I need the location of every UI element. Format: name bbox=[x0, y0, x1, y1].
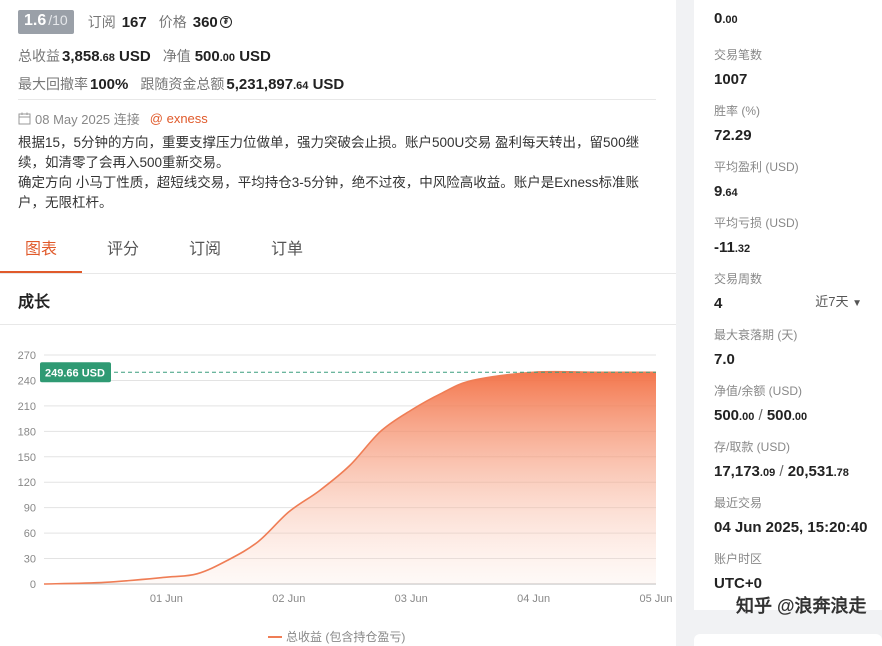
stat-item: 胜率 (%) 72.29 bbox=[714, 102, 874, 144]
header-row-drawdown: 最大回撤率 100% 跟随资金总额 5,231,897.64 USD bbox=[18, 74, 344, 94]
x-tick-label: 04 Jun bbox=[517, 593, 550, 605]
price-label: 价格 bbox=[158, 14, 187, 30]
chart-title: 成长 bbox=[18, 294, 51, 311]
stat-value: 9.64 bbox=[714, 183, 738, 200]
stat-label: 胜率 (%) bbox=[714, 104, 760, 118]
stat-label: 最大衰落期 (天) bbox=[714, 328, 798, 342]
legend-label: 总收益 (包含持仓盈亏) bbox=[286, 629, 405, 644]
drawdown-label: 最大回撤率 bbox=[18, 76, 88, 92]
coin-icon: ₮ bbox=[219, 16, 232, 28]
stat-value: 72.29 bbox=[714, 127, 752, 144]
stat-label: 存/取款 (USD) bbox=[714, 440, 790, 454]
stat-label: 净值/余额 (USD) bbox=[714, 384, 802, 398]
x-tick-label: 05 Jun bbox=[639, 593, 672, 605]
subs-value: 167 bbox=[121, 13, 147, 31]
y-tick-label: 150 bbox=[18, 452, 36, 464]
subs-label: 订阅 bbox=[87, 14, 116, 30]
x-tick-label: 03 Jun bbox=[395, 593, 428, 605]
y-tick-label: 270 bbox=[18, 350, 36, 362]
broker-link[interactable]: @ exness bbox=[150, 111, 208, 126]
watermark: 知乎 @浪奔浪走 bbox=[736, 596, 867, 616]
last-value-label: 249.66 USD bbox=[45, 367, 105, 379]
strategy-description: 根据15，5分钟的方向，重要支撑压力位做单，强力突破会止损。账户500U交易 盈… bbox=[18, 133, 658, 213]
stat-label: 最近交易 bbox=[714, 496, 763, 510]
stat-label: 交易笔数 bbox=[714, 48, 763, 62]
calendar-icon bbox=[18, 112, 31, 125]
follow-label: 跟随资金总额 bbox=[140, 76, 225, 92]
stat-item: 0.00 bbox=[714, 10, 874, 27]
stat-label: 交易周数 bbox=[714, 272, 763, 286]
stat-value: 1007 bbox=[714, 71, 748, 88]
header-row-totals: 总收益 3,858.68 USD 净值 500.00 USD bbox=[18, 46, 271, 66]
y-tick-label: 240 bbox=[18, 375, 36, 387]
equity-label: 净值 bbox=[162, 48, 191, 64]
x-tick-label: 01 Jun bbox=[150, 593, 183, 605]
x-tick-label: 02 Jun bbox=[272, 593, 305, 605]
stat-item: 最近交易 04 Jun 2025, 15:20:40 bbox=[714, 494, 874, 536]
stat-item: 净值/余额 (USD) 500.00 / 500.00 bbox=[714, 382, 874, 424]
stat-value: 500.00 / 500.00 bbox=[714, 407, 808, 424]
description-line: 确定方向 小马丁性质，超短线交易，平均持仓3-5分钟，绝不过夜，中风险高收益。账… bbox=[18, 175, 640, 210]
y-tick-label: 120 bbox=[18, 477, 36, 489]
stat-label: 平均盈利 (USD) bbox=[714, 160, 799, 174]
y-tick-label: 0 bbox=[30, 579, 36, 591]
connect-date: 08 May 2025 连接 bbox=[35, 112, 140, 127]
price-value: 360 bbox=[192, 13, 218, 31]
y-tick-label: 90 bbox=[24, 503, 36, 515]
stat-item: 平均盈利 (USD) 9.64 bbox=[714, 158, 874, 200]
stat-item: 平均亏损 (USD) -11.32 bbox=[714, 214, 874, 256]
y-tick-label: 180 bbox=[18, 426, 36, 438]
stat-item: 账户时区 UTC+0 bbox=[714, 550, 874, 592]
description-line: 根据15，5分钟的方向，重要支撑压力位做单，强力突破会止损。账户500U交易 盈… bbox=[18, 135, 640, 170]
stat-value: 4 bbox=[714, 295, 723, 312]
total-value: 3,858.68 USD bbox=[62, 48, 151, 65]
stat-item: 存/取款 (USD) 17,173.09 / 20,531.78 bbox=[714, 438, 874, 480]
stat-item: 交易笔数 1007 bbox=[714, 46, 874, 88]
y-tick-label: 30 bbox=[24, 554, 36, 566]
y-tick-label: 60 bbox=[24, 528, 36, 540]
rating-value: 1.6 bbox=[24, 12, 47, 29]
growth-chart: 0 30 60 90 120 150 180 210 240 270 01 Jun 02 Jun 03… bbox=[18, 350, 673, 644]
stat-label: 账户时区 bbox=[714, 552, 763, 566]
y-tick-label: 210 bbox=[18, 401, 36, 413]
tab-bar: 图表 评分 订阅 订单 bbox=[0, 232, 676, 274]
stat-item: 交易周数 4 bbox=[714, 270, 874, 312]
rating-badge: 1.6/10 bbox=[18, 10, 74, 34]
tab-ratings[interactable]: 评分 bbox=[82, 232, 164, 273]
rating-denominator: /10 bbox=[48, 12, 68, 28]
series-area bbox=[44, 371, 656, 584]
stat-value: 04 Jun 2025, 15:20:40 bbox=[714, 519, 868, 536]
divider bbox=[18, 99, 656, 100]
total-label: 总收益 bbox=[18, 48, 60, 64]
drawdown-value: 100% bbox=[90, 76, 129, 93]
tab-orders[interactable]: 订单 bbox=[246, 232, 328, 273]
stat-value: 17,173.09 / 20,531.78 bbox=[714, 463, 849, 480]
chart-legend[interactable]: 总收益 (包含持仓盈亏) bbox=[268, 629, 405, 644]
tab-chart[interactable]: 图表 bbox=[0, 232, 82, 273]
stat-value: 0.00 bbox=[714, 10, 738, 27]
sidebar-next-card bbox=[694, 634, 882, 646]
stat-value: 7.0 bbox=[714, 351, 735, 368]
stat-item: 最大衰落期 (天) 7.0 bbox=[714, 326, 874, 368]
stat-value: UTC+0 bbox=[714, 575, 762, 592]
stat-value: -11.32 bbox=[714, 239, 751, 256]
account-meta: 08 May 2025 连接 @ exness bbox=[18, 109, 208, 128]
follow-value: 5,231,897.64 USD bbox=[226, 76, 345, 93]
header-row-rating: 1.6/10 订阅 167 价格 360 ₮ bbox=[18, 10, 232, 34]
stat-label: 平均亏损 (USD) bbox=[714, 216, 799, 230]
equity-value: 500.00 USD bbox=[194, 48, 271, 65]
tab-subscribe[interactable]: 订阅 bbox=[164, 232, 246, 273]
